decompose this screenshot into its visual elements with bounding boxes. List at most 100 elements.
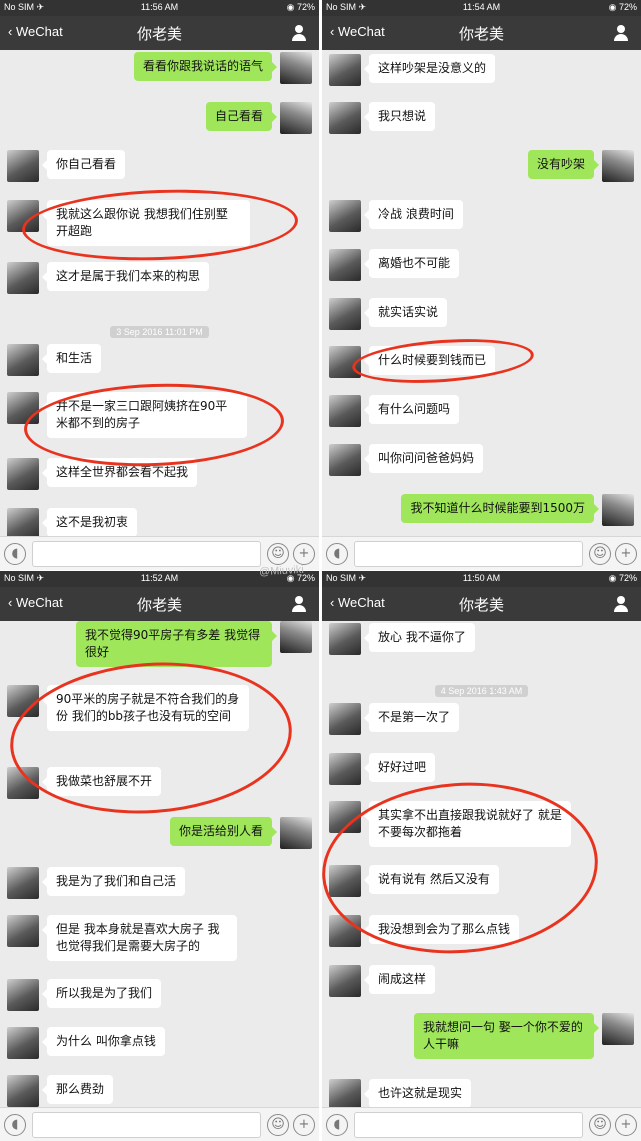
- message-input[interactable]: [32, 1112, 261, 1138]
- message-bubble[interactable]: 我不知道什么时候能要到1500万: [401, 494, 599, 523]
- avatar[interactable]: [329, 200, 361, 232]
- emoji-icon[interactable]: ☺: [267, 543, 289, 565]
- message-bubble[interactable]: 我做菜也舒展不开: [41, 767, 162, 796]
- message-bubble[interactable]: 90平米的房子就是不符合我们的身份 我们的bb孩子也没有玩的空间: [42, 685, 249, 731]
- battery-indicator: ◉ 72%: [608, 573, 637, 583]
- emoji-icon[interactable]: ☺: [589, 543, 611, 565]
- message-bubble[interactable]: 闹成这样: [363, 965, 436, 994]
- avatar[interactable]: [7, 867, 39, 899]
- message-bubble[interactable]: 我只想说: [363, 102, 436, 131]
- avatar[interactable]: [329, 395, 361, 427]
- avatar[interactable]: [329, 753, 361, 785]
- message-input[interactable]: [32, 541, 261, 567]
- message-bubble[interactable]: 这样吵架是没意义的: [363, 54, 496, 83]
- avatar[interactable]: [329, 346, 361, 378]
- voice-icon[interactable]: ◖: [326, 1114, 348, 1136]
- plus-icon[interactable]: +: [293, 543, 315, 565]
- plus-icon[interactable]: +: [615, 1114, 637, 1136]
- avatar[interactable]: [329, 444, 361, 476]
- avatar[interactable]: [329, 965, 361, 997]
- message-bubble[interactable]: 其实拿不出直接跟我说就好了 就是不要每次都拖着: [364, 801, 571, 847]
- message-bubble[interactable]: 但是 我本身就是喜欢大房子 我也觉得我们是需要大房子的: [42, 915, 237, 961]
- message-bubble[interactable]: 我就想问一句 娶一个你不爱的人干嘛: [414, 1013, 599, 1059]
- avatar[interactable]: [7, 458, 39, 490]
- message-bubble[interactable]: 那么费劲: [41, 1075, 114, 1104]
- person-icon[interactable]: [291, 25, 307, 41]
- person-icon[interactable]: [613, 25, 629, 41]
- avatar[interactable]: [280, 817, 312, 849]
- message-bubble[interactable]: 这才是属于我们本来的构思: [41, 262, 210, 291]
- message-bubble[interactable]: 也许这就是现实: [363, 1079, 472, 1108]
- avatar[interactable]: [7, 915, 39, 947]
- message-list: 我不觉得90平房子有多差 我觉得很好 90平米的房子就是不符合我们的身份 我们的…: [0, 621, 319, 1107]
- avatar[interactable]: [7, 685, 39, 717]
- message-bubble[interactable]: 这样全世界都会看不起我: [41, 458, 198, 487]
- timestamp-text: 3 Sep 2016 11:01 PM: [110, 326, 209, 338]
- plus-icon[interactable]: +: [615, 543, 637, 565]
- message-bubble[interactable]: 就实话实说: [363, 298, 448, 327]
- person-icon[interactable]: [613, 596, 629, 612]
- message-list: 看看你跟我说话的语气 自己看看 你自己看看 我就这么跟你说 我想我们住别墅 开超…: [0, 50, 319, 540]
- message-bubble[interactable]: 我就这么跟你说 我想我们住别墅 开超跑: [42, 200, 250, 246]
- message-bubble[interactable]: 和生活: [41, 344, 102, 373]
- message-bubble[interactable]: 这不是我初衷: [41, 508, 138, 537]
- person-icon[interactable]: [291, 596, 307, 612]
- message-bubble[interactable]: 不是第一次了: [363, 703, 460, 732]
- message-input[interactable]: [354, 1112, 583, 1138]
- message-bubble[interactable]: 有什么问题吗: [363, 395, 460, 424]
- avatar[interactable]: [329, 865, 361, 897]
- message-bubble[interactable]: 我没想到会为了那么点钱: [363, 915, 520, 944]
- avatar[interactable]: [7, 150, 39, 182]
- avatar[interactable]: [329, 801, 361, 833]
- message-bubble[interactable]: 冷战 浪费时间: [364, 200, 463, 229]
- message-bubble[interactable]: 我是为了我们和自己活: [41, 867, 186, 896]
- message-list: 这样吵架是没意义的 我只想说 没有吵架 冷战 浪费时间 离婚也不可能 就实话实说…: [322, 50, 641, 536]
- status-bar: No SIM ✈︎ 11:50 AM ◉ 72%: [322, 571, 641, 587]
- avatar[interactable]: [7, 392, 39, 424]
- avatar[interactable]: [329, 623, 361, 655]
- message-bubble[interactable]: 离婚也不可能: [363, 249, 460, 278]
- avatar[interactable]: [329, 102, 361, 134]
- avatar[interactable]: [602, 150, 634, 182]
- avatar[interactable]: [329, 249, 361, 281]
- avatar[interactable]: [7, 262, 39, 294]
- avatar[interactable]: [280, 102, 312, 134]
- message-bubble[interactable]: 好好过吧: [363, 753, 436, 782]
- message-bubble[interactable]: 没有吵架: [527, 150, 600, 179]
- message-bubble[interactable]: 并不是一家三口跟阿姨挤在90平米都不到的房子: [42, 392, 247, 438]
- voice-icon[interactable]: ◖: [4, 543, 26, 565]
- avatar[interactable]: [329, 54, 361, 86]
- avatar[interactable]: [280, 621, 312, 653]
- message-bubble[interactable]: 看看你跟我说话的语气: [133, 52, 278, 81]
- avatar[interactable]: [602, 1013, 634, 1045]
- avatar[interactable]: [7, 200, 39, 232]
- avatar[interactable]: [7, 979, 39, 1011]
- nav-bar: ‹ WeChat 你老美: [322, 587, 641, 621]
- message-bubble[interactable]: 你是活给别人看: [169, 817, 278, 846]
- avatar[interactable]: [7, 1075, 39, 1107]
- message-bubble[interactable]: 说有说有 然后又没有: [364, 865, 499, 894]
- avatar[interactable]: [280, 52, 312, 84]
- voice-icon[interactable]: ◖: [326, 543, 348, 565]
- message-input[interactable]: [354, 541, 583, 567]
- plus-icon[interactable]: +: [293, 1114, 315, 1136]
- voice-icon[interactable]: ◖: [4, 1114, 26, 1136]
- emoji-icon[interactable]: ☺: [267, 1114, 289, 1136]
- avatar[interactable]: [7, 767, 39, 799]
- message-bubble[interactable]: 自己看看: [205, 102, 278, 131]
- avatar[interactable]: [7, 1027, 39, 1059]
- avatar[interactable]: [602, 494, 634, 526]
- message-bubble[interactable]: 你自己看看: [41, 150, 126, 179]
- message-bubble[interactable]: 什么时候要到钱而已: [363, 346, 496, 375]
- message-bubble[interactable]: 放心 我不逼你了: [364, 623, 475, 652]
- avatar[interactable]: [329, 703, 361, 735]
- message-bubble[interactable]: 为什么 叫你拿点钱: [42, 1027, 165, 1056]
- message-bubble[interactable]: 我不觉得90平房子有多差 我觉得很好: [76, 621, 277, 667]
- message-bubble[interactable]: 所以我是为了我们: [41, 979, 162, 1008]
- emoji-icon[interactable]: ☺: [589, 1114, 611, 1136]
- avatar[interactable]: [7, 344, 39, 376]
- highlight-circle: [5, 653, 297, 823]
- avatar[interactable]: [329, 298, 361, 330]
- message-bubble[interactable]: 叫你问问爸爸妈妈: [363, 444, 484, 473]
- avatar[interactable]: [329, 915, 361, 947]
